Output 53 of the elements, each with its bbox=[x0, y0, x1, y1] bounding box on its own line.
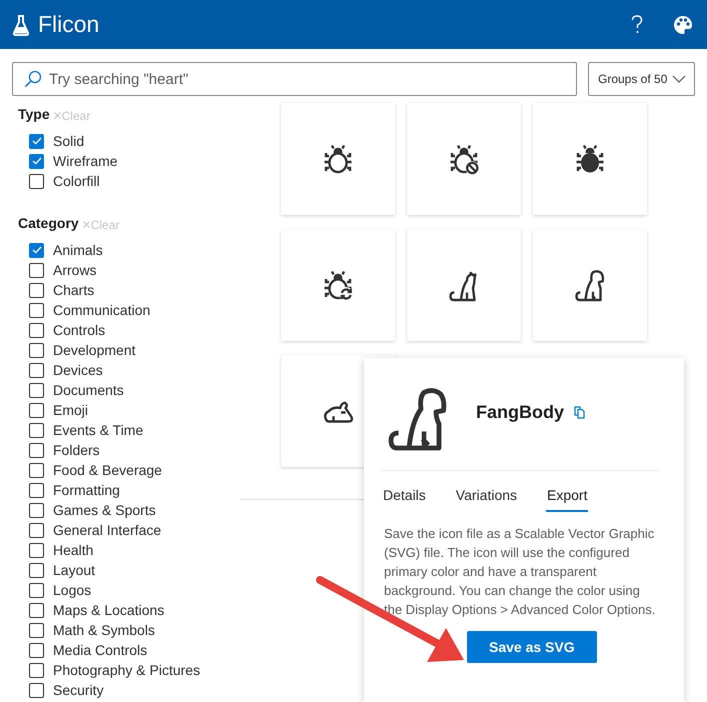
filter-checkbox[interactable]: Communication bbox=[18, 300, 240, 320]
filter-checkbox[interactable]: Media Controls bbox=[18, 640, 240, 660]
icon-tile[interactable] bbox=[281, 229, 395, 341]
filter-checkbox[interactable]: Security bbox=[18, 680, 240, 700]
filter-checkbox[interactable]: Folders bbox=[18, 440, 240, 460]
filter-checkbox[interactable]: Math & Symbols bbox=[18, 620, 240, 640]
filter-checkbox[interactable]: Emoji bbox=[18, 400, 240, 420]
filter-checkbox[interactable]: Solid bbox=[18, 131, 240, 151]
search-icon bbox=[24, 70, 42, 88]
filter-heading: Category bbox=[18, 215, 79, 231]
flask-icon bbox=[12, 14, 30, 36]
filter-checkbox[interactable]: Logos bbox=[18, 580, 240, 600]
filter-checkbox[interactable]: Wireframe bbox=[18, 151, 240, 171]
filter-checkbox[interactable]: Maps & Locations bbox=[18, 600, 240, 620]
filter-checkbox[interactable]: Photography & Pictures bbox=[18, 660, 240, 680]
filter-checkbox[interactable]: Charts bbox=[18, 280, 240, 300]
filter-checkbox[interactable]: Formatting bbox=[18, 480, 240, 500]
search-field[interactable]: Try searching "heart" bbox=[12, 62, 577, 96]
copy-icon[interactable] bbox=[574, 406, 585, 418]
clear-icon bbox=[54, 112, 61, 119]
help-icon[interactable] bbox=[631, 14, 643, 34]
detail-tab[interactable]: Variations bbox=[454, 485, 518, 512]
filter-checkbox[interactable]: Documents bbox=[18, 380, 240, 400]
icon-tile[interactable] bbox=[533, 229, 647, 341]
palette-icon[interactable] bbox=[673, 14, 693, 34]
icon-tile[interactable] bbox=[407, 229, 521, 341]
detail-tab[interactable]: Export bbox=[546, 485, 588, 512]
filter-heading: Type bbox=[18, 106, 50, 122]
filter-checkbox[interactable]: Devices bbox=[18, 360, 240, 380]
filter-checkbox[interactable]: Events & Time bbox=[18, 420, 240, 440]
filter-checkbox[interactable]: Animals bbox=[18, 240, 240, 260]
icon-tile[interactable] bbox=[407, 103, 521, 215]
filter-checkbox[interactable]: Games & Sports bbox=[18, 500, 240, 520]
chevron-down-icon bbox=[672, 75, 686, 83]
filter-checkbox[interactable]: Development bbox=[18, 340, 240, 360]
icon-tile[interactable] bbox=[533, 103, 647, 215]
filter-checkbox[interactable]: Health bbox=[18, 540, 240, 560]
checkmark-icon bbox=[32, 246, 42, 254]
filter-checkbox[interactable]: General Interface bbox=[18, 520, 240, 540]
filter-checkbox[interactable]: Colorfill bbox=[18, 171, 240, 191]
app-title: Flicon bbox=[38, 11, 100, 38]
filter-checkbox[interactable]: Arrows bbox=[18, 260, 240, 280]
icon-tile[interactable] bbox=[281, 103, 395, 215]
filter-checkbox[interactable]: Layout bbox=[18, 560, 240, 580]
save-svg-button[interactable]: Save as SVG bbox=[467, 631, 597, 663]
checkmark-icon bbox=[32, 157, 42, 165]
checkmark-icon bbox=[32, 137, 42, 145]
clear-icon bbox=[82, 221, 90, 228]
filter-checkbox[interactable]: Food & Beverage bbox=[18, 460, 240, 480]
filter-checkbox[interactable]: Controls bbox=[18, 320, 240, 340]
groups-dropdown[interactable]: Groups of 50 bbox=[588, 62, 695, 96]
detail-tab[interactable]: Details bbox=[382, 485, 427, 512]
icon-name: FangBody bbox=[476, 402, 564, 422]
